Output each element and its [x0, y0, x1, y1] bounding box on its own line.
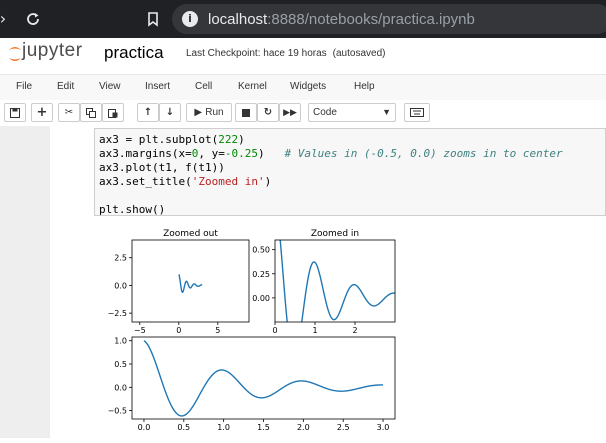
menu-cell[interactable]: Cell	[195, 81, 212, 92]
axes-title: Zoomed out	[163, 229, 218, 239]
x-tick-label: 0	[272, 326, 277, 335]
keyboard-icon	[410, 108, 424, 117]
cell-type-select[interactable]: Code ▼	[308, 103, 396, 122]
notebook-toolbar: + ✂ ↑ ↓ ▶ Run ↻ ▶▶ Code ▼	[0, 100, 606, 126]
code-line: ax3.plot(t1, f(t1))	[99, 161, 225, 174]
copy-button[interactable]	[80, 103, 102, 122]
jupyter-logo-text[interactable]: jupyter	[22, 40, 83, 62]
menu-insert[interactable]: Insert	[145, 81, 170, 92]
cut-button[interactable]: ✂	[58, 103, 80, 122]
menu-edit[interactable]: Edit	[57, 81, 74, 92]
save-button[interactable]	[4, 103, 26, 122]
x-tick-label: 0	[176, 326, 181, 335]
restart-button[interactable]: ↻	[257, 103, 279, 122]
x-tick-label: 2.5	[337, 423, 350, 432]
paste-icon	[108, 109, 118, 118]
y-tick-label: 0.5	[114, 360, 127, 369]
cell-output: Zoomed out −5 0 5 2.5 0.0 −2.5 Zoomed in 0 1 2 0.50…	[94, 222, 404, 438]
run-label: Run	[205, 107, 224, 118]
y-tick-label: 0.25	[252, 270, 270, 279]
paste-button[interactable]	[102, 103, 124, 122]
menu-bar: File Edit View Insert Cell Kernel Widget…	[0, 74, 606, 102]
forward-icon[interactable]: ›	[0, 8, 14, 30]
y-tick-label: 0.0	[114, 383, 127, 392]
axes-title: Zoomed in	[311, 229, 359, 239]
code-line: ax3 = plt.subplot(222)	[99, 133, 245, 146]
insert-cell-button[interactable]: +	[31, 103, 53, 122]
axes-frame	[274, 239, 396, 323]
address-bar[interactable]: i localhost:8888/notebooks/practica.ipyn…	[172, 4, 606, 34]
x-tick-label: 2.0	[297, 423, 310, 432]
y-tick-label: 0.50	[252, 246, 270, 255]
x-tick-label: 0.5	[177, 423, 190, 432]
move-down-button[interactable]: ↓	[159, 103, 181, 122]
command-palette-button[interactable]	[404, 103, 430, 122]
x-tick-label: −5	[134, 326, 146, 335]
notebook-name[interactable]: practica	[104, 43, 164, 63]
x-tick-label: 3.0	[377, 423, 390, 432]
notebook-header: jupyter practica Last Checkpoint: hace 1…	[0, 38, 606, 70]
series-line	[143, 340, 384, 417]
matplotlib-figure: Zoomed out−5 0 52.50.0−2.5Zoomed in0 1 20.50…	[108, 229, 396, 432]
cut-icon: ✂	[64, 107, 74, 118]
jupyter-logo-icon[interactable]	[8, 42, 22, 66]
run-button[interactable]: ▶ Run	[186, 103, 232, 122]
code-line: ax3.set_title('Zoomed in')	[99, 175, 272, 188]
axes-frame	[131, 239, 250, 323]
x-tick-label: 0.0	[138, 423, 151, 432]
url-text: localhost:8888/notebooks/practica.ipynb	[208, 11, 475, 28]
cell-type-value: Code	[313, 107, 337, 118]
move-up-button[interactable]: ↑	[137, 103, 159, 122]
save-icon	[10, 108, 20, 118]
restart-run-all-button[interactable]: ▶▶	[279, 103, 301, 122]
y-tick-label: 2.5	[114, 254, 127, 263]
checkpoint-status: Last Checkpoint: hace 19 horas (autosaved…	[186, 48, 386, 59]
code-cell[interactable]: ax3 = plt.subplot(222) ax3.margins(x=0, …	[94, 128, 606, 216]
menu-view[interactable]: View	[99, 81, 121, 92]
menu-help[interactable]: Help	[354, 81, 375, 92]
stop-icon	[242, 109, 250, 117]
bookmark-icon[interactable]	[142, 8, 164, 30]
x-tick-label: 1	[312, 326, 317, 335]
x-tick-label: 1.5	[257, 423, 270, 432]
fast-forward-icon: ▶▶	[283, 108, 297, 118]
arrow-down-icon: ↓	[165, 107, 175, 118]
x-tick-label: 2	[352, 326, 357, 335]
code-line: plt.show()	[99, 203, 166, 216]
menu-kernel[interactable]: Kernel	[238, 81, 267, 92]
arrow-up-icon: ↑	[143, 107, 153, 118]
y-tick-label: 1.0	[114, 337, 127, 346]
y-tick-label: −2.5	[108, 309, 127, 318]
reload-icon[interactable]	[22, 8, 44, 30]
plus-icon: +	[36, 105, 48, 120]
play-icon: ▶	[194, 107, 203, 118]
chevron-down-icon: ▼	[382, 107, 391, 117]
info-icon[interactable]: i	[182, 11, 198, 27]
menu-widgets[interactable]: Widgets	[290, 81, 326, 92]
browser-toolbar: › i localhost:8888/notebooks/practica.ip…	[0, 0, 606, 38]
interrupt-button[interactable]	[235, 103, 257, 122]
x-tick-label: 1.0	[217, 423, 230, 432]
x-tick-label: 5	[215, 326, 220, 335]
series-line	[178, 273, 203, 293]
y-tick-label: 0.00	[252, 294, 270, 303]
code-line: ax3.margins(x=0, y=-0.25) # Values in (-…	[99, 147, 563, 160]
y-tick-label: 0.0	[114, 281, 127, 290]
copy-icon	[86, 108, 96, 118]
y-tick-label: −0.5	[108, 407, 127, 416]
menu-file[interactable]: File	[16, 81, 32, 92]
restart-icon: ↻	[263, 107, 273, 118]
